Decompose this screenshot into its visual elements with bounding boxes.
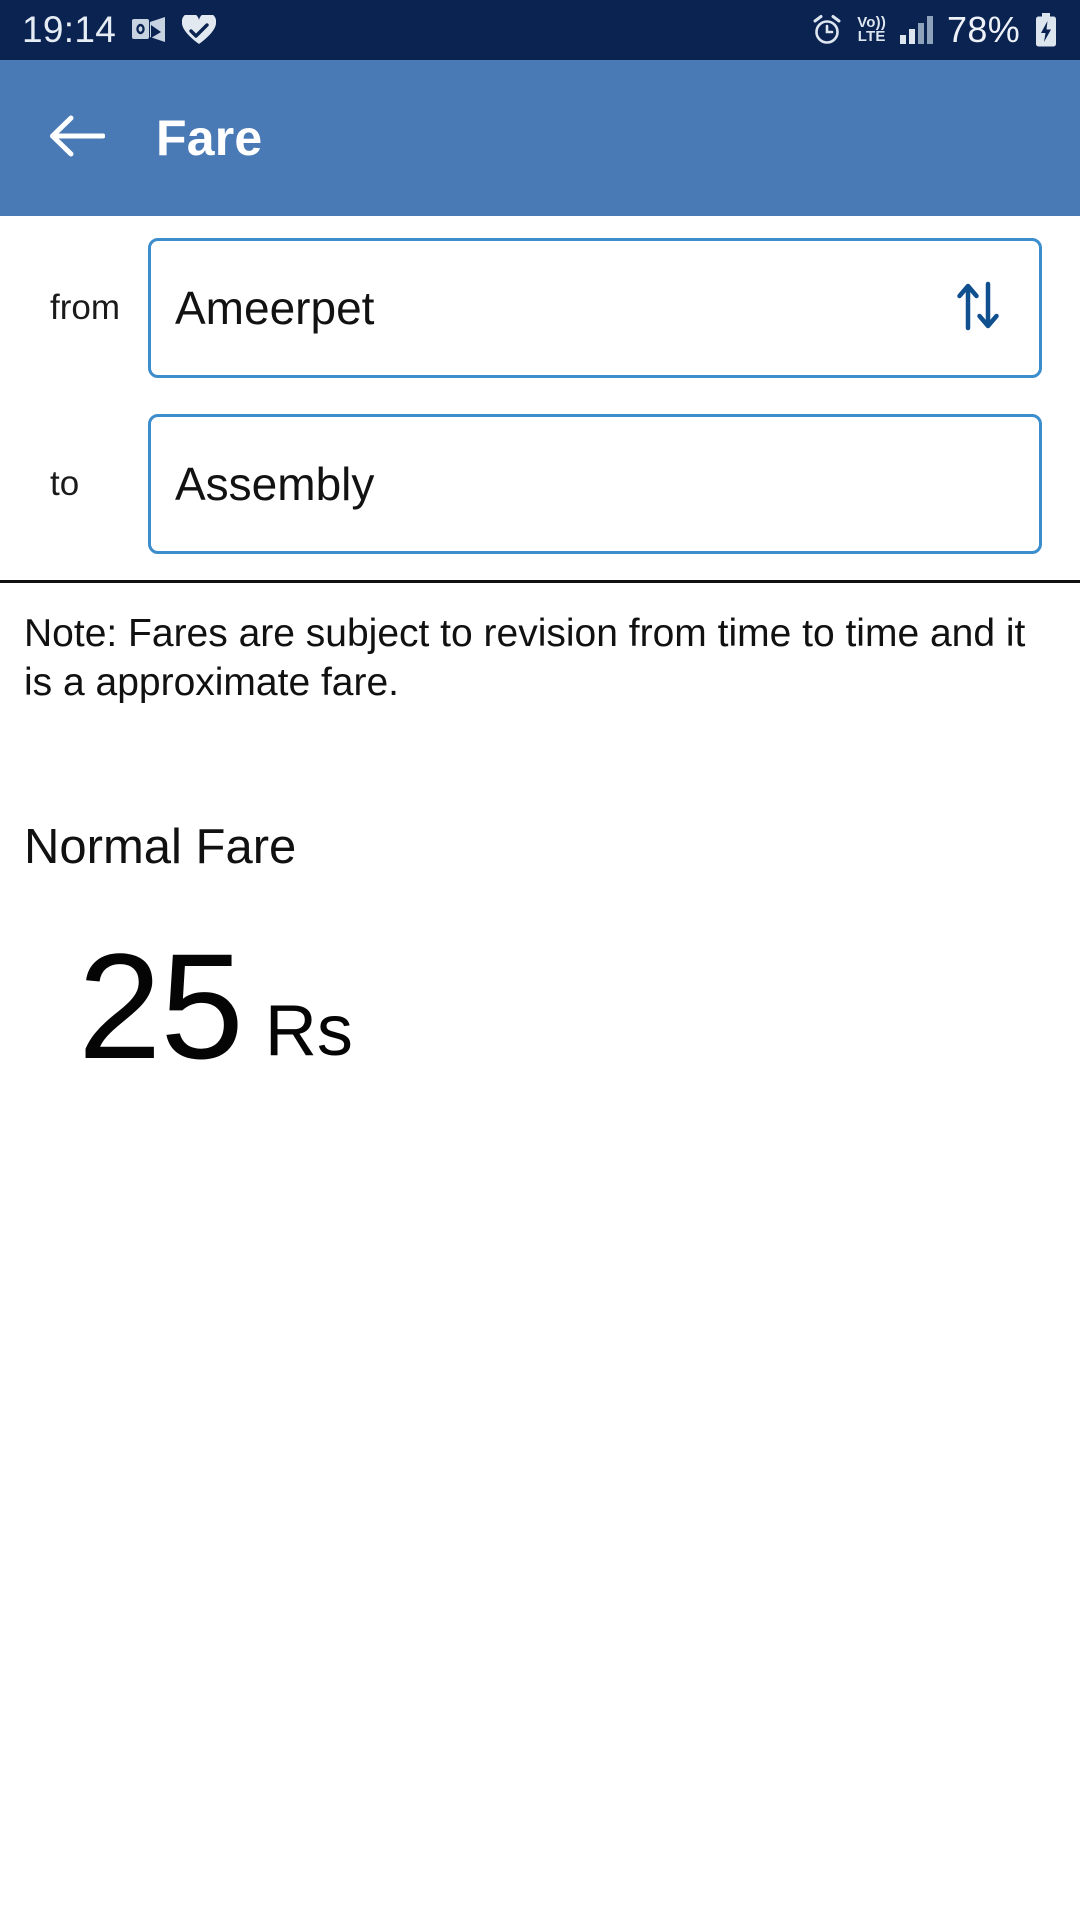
battery-percent-label: 78% <box>947 9 1020 50</box>
volte-label-bottom: LTE <box>857 28 886 45</box>
fare-type-heading: Normal Fare <box>24 820 297 875</box>
from-label: from <box>50 288 120 327</box>
fare-amount: 25 Rs <box>78 922 1080 1091</box>
app-bar: Fare <box>0 60 1080 216</box>
to-row: to Assembly <box>26 414 1042 554</box>
swap-button[interactable] <box>943 273 1013 343</box>
heart-health-icon <box>182 15 217 45</box>
fare-note: Note: Fares are subject to revision from… <box>24 612 1026 705</box>
back-button[interactable] <box>46 107 108 169</box>
signal-bars-icon <box>900 16 934 44</box>
page-title: Fare <box>156 110 263 166</box>
status-bar-clock: 19:14 <box>22 9 117 50</box>
swap-arrows-icon <box>952 278 1004 339</box>
fare-currency-unit: Rs <box>264 991 353 1072</box>
from-value[interactable]: Ameerpet <box>175 281 943 335</box>
alarm-icon <box>811 14 843 46</box>
route-form: from Ameerpet to Assembly <box>0 216 1080 583</box>
to-label: to <box>50 464 80 503</box>
from-field[interactable]: Ameerpet <box>148 238 1042 378</box>
to-field[interactable]: Assembly <box>148 414 1042 554</box>
to-value[interactable]: Assembly <box>175 457 1013 511</box>
fare-value: 25 <box>78 922 244 1091</box>
status-bar: 19:14 Vo)) LTE 78% <box>0 0 1080 60</box>
from-row: from Ameerpet <box>26 238 1042 378</box>
outlook-icon <box>132 16 166 44</box>
status-bar-left: 19:14 <box>22 9 217 51</box>
back-arrow-icon <box>49 114 106 163</box>
volte-icon: Vo)) LTE <box>857 15 886 45</box>
battery-charging-icon <box>1034 13 1058 47</box>
status-bar-right: Vo)) LTE 78% <box>811 9 1058 51</box>
